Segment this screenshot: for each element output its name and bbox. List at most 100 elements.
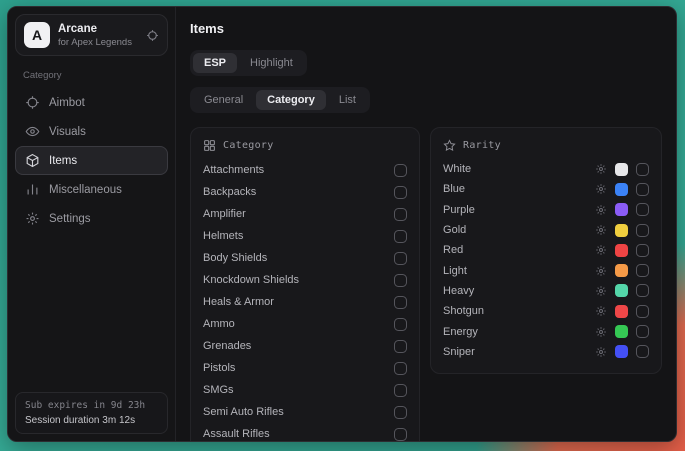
rarity-label: Energy [443, 326, 478, 338]
tab-category[interactable]: Category [256, 90, 326, 110]
color-swatch[interactable] [615, 203, 628, 216]
rarity-label: Gold [443, 224, 466, 236]
color-swatch[interactable] [615, 183, 628, 196]
rarity-label: Purple [443, 204, 475, 216]
color-swatch[interactable] [615, 284, 628, 297]
rarity-controls [595, 163, 649, 176]
gear-icon[interactable] [595, 265, 607, 277]
gear-icon[interactable] [595, 346, 607, 358]
rarity-row: Heavy [443, 281, 649, 301]
category-row: Body Shields [203, 247, 407, 269]
category-label: SMGs [203, 384, 234, 396]
category-label: Body Shields [203, 252, 267, 264]
crosshair-target-icon[interactable] [146, 29, 159, 42]
category-row: Amplifier [203, 203, 407, 225]
sidebar-item-aimbot[interactable]: Aimbot [15, 88, 168, 117]
category-panel-title: Category [223, 140, 274, 151]
rarity-row: Light [443, 260, 649, 280]
grid-icon [203, 139, 216, 152]
mode-tabs: ESP Highlight [190, 50, 307, 76]
category-checkbox[interactable] [394, 274, 407, 287]
sidebar-item-label: Items [49, 155, 77, 167]
category-checkbox[interactable] [394, 164, 407, 177]
rarity-checkbox[interactable] [636, 284, 649, 297]
page-title: Items [190, 21, 662, 36]
app-title: Arcane [58, 23, 138, 35]
sidebar-item-visuals[interactable]: Visuals [15, 117, 168, 146]
category-checkbox[interactable] [394, 384, 407, 397]
color-swatch[interactable] [615, 244, 628, 257]
category-label: Heals & Armor [203, 296, 274, 308]
rarity-controls [595, 325, 649, 338]
panels-row: Category Attachments Backpacks Amplifier… [190, 127, 662, 441]
rarity-row: Energy [443, 321, 649, 341]
rarity-label: Shotgun [443, 305, 484, 317]
color-swatch[interactable] [615, 264, 628, 277]
category-label: Grenades [203, 340, 251, 352]
gear-icon[interactable] [595, 244, 607, 256]
rarity-label: White [443, 163, 471, 175]
rarity-checkbox[interactable] [636, 305, 649, 318]
category-checkbox[interactable] [394, 230, 407, 243]
sidebar-item-label: Settings [49, 213, 91, 225]
star-icon [443, 139, 456, 152]
gear-icon[interactable] [595, 163, 607, 175]
rarity-checkbox[interactable] [636, 203, 649, 216]
view-tabs: General Category List [190, 87, 370, 113]
category-label: Assault Rifles [203, 428, 270, 440]
category-label: Knockdown Shields [203, 274, 299, 286]
category-row: Attachments [203, 159, 407, 181]
gear-icon[interactable] [595, 285, 607, 297]
category-checkbox[interactable] [394, 406, 407, 419]
rarity-controls [595, 264, 649, 277]
category-label: Backpacks [203, 186, 256, 198]
tab-general[interactable]: General [193, 90, 254, 110]
tab-esp[interactable]: ESP [193, 53, 237, 73]
rarity-controls [595, 244, 649, 257]
gear-icon[interactable] [595, 204, 607, 216]
category-checkbox[interactable] [394, 252, 407, 265]
sidebar-section-label: Category [23, 70, 160, 81]
app-meta: Arcane for Apex Legends [58, 23, 138, 48]
color-swatch[interactable] [615, 163, 628, 176]
rarity-row: Purple [443, 200, 649, 220]
rarity-checkbox[interactable] [636, 183, 649, 196]
sidebar-item-items[interactable]: Items [15, 146, 168, 175]
category-checkbox[interactable] [394, 428, 407, 441]
rarity-checkbox[interactable] [636, 325, 649, 338]
color-swatch[interactable] [615, 305, 628, 318]
gear-icon[interactable] [595, 224, 607, 236]
sidebar: A Arcane for Apex Legends Category Aimbo… [8, 7, 176, 441]
sidebar-item-settings[interactable]: Settings [15, 204, 168, 233]
category-checkbox[interactable] [394, 340, 407, 353]
sidebar-nav: Aimbot Visuals Items Miscellaneous [15, 88, 168, 233]
sidebar-item-label: Miscellaneous [49, 184, 122, 196]
category-checkbox[interactable] [394, 208, 407, 221]
tab-list[interactable]: List [328, 90, 367, 110]
sidebar-item-label: Visuals [49, 126, 86, 138]
rarity-row: Red [443, 240, 649, 260]
rarity-row: Shotgun [443, 301, 649, 321]
category-checkbox[interactable] [394, 186, 407, 199]
rarity-checkbox[interactable] [636, 224, 649, 237]
sidebar-item-miscellaneous[interactable]: Miscellaneous [15, 175, 168, 204]
rarity-controls [595, 183, 649, 196]
color-swatch[interactable] [615, 325, 628, 338]
rarity-checkbox[interactable] [636, 244, 649, 257]
color-swatch[interactable] [615, 345, 628, 358]
gear-icon[interactable] [595, 326, 607, 338]
rarity-checkbox[interactable] [636, 264, 649, 277]
rarity-panel-header: Rarity [443, 139, 649, 152]
category-label: Ammo [203, 318, 235, 330]
color-swatch[interactable] [615, 224, 628, 237]
rarity-checkbox[interactable] [636, 345, 649, 358]
tab-highlight[interactable]: Highlight [239, 53, 304, 73]
category-checkbox[interactable] [394, 318, 407, 331]
category-checkbox[interactable] [394, 362, 407, 375]
rarity-controls [595, 284, 649, 297]
gear-icon[interactable] [595, 183, 607, 195]
category-list: Attachments Backpacks Amplifier Helmets … [203, 159, 407, 441]
category-checkbox[interactable] [394, 296, 407, 309]
gear-icon[interactable] [595, 305, 607, 317]
rarity-checkbox[interactable] [636, 163, 649, 176]
